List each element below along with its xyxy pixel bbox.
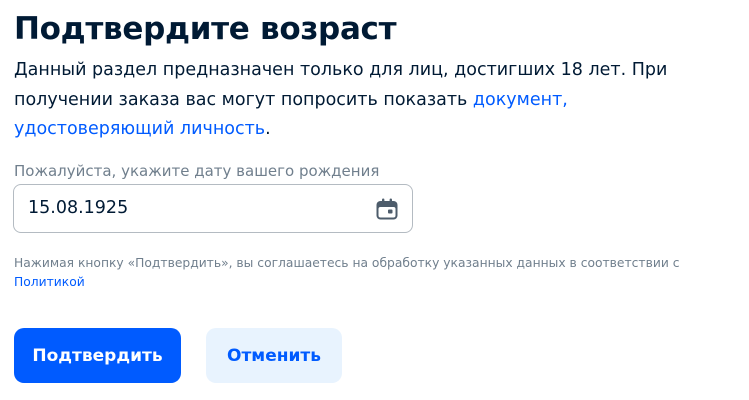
birthdate-input[interactable] <box>28 185 358 231</box>
description-text: Данный раздел предназначен только для ли… <box>14 60 668 110</box>
birthdate-field[interactable] <box>13 184 413 233</box>
age-description: Данный раздел предназначен только для ли… <box>14 56 714 145</box>
page-title: Подтвердите возраст <box>14 11 397 47</box>
birthdate-label: Пожалуйста, укажите дату вашего рождения <box>14 162 380 180</box>
policy-link[interactable]: Политикой <box>14 275 85 289</box>
description-suffix: . <box>265 119 271 139</box>
consent-text: Нажимая кнопку «Подтвердить», вы соглаша… <box>14 256 680 270</box>
cancel-button[interactable]: Отменить <box>206 328 342 383</box>
consent-notice: Нажимая кнопку «Подтвердить», вы соглаша… <box>14 254 744 292</box>
confirm-button[interactable]: Подтвердить <box>14 328 181 383</box>
calendar-icon[interactable] <box>375 197 399 221</box>
